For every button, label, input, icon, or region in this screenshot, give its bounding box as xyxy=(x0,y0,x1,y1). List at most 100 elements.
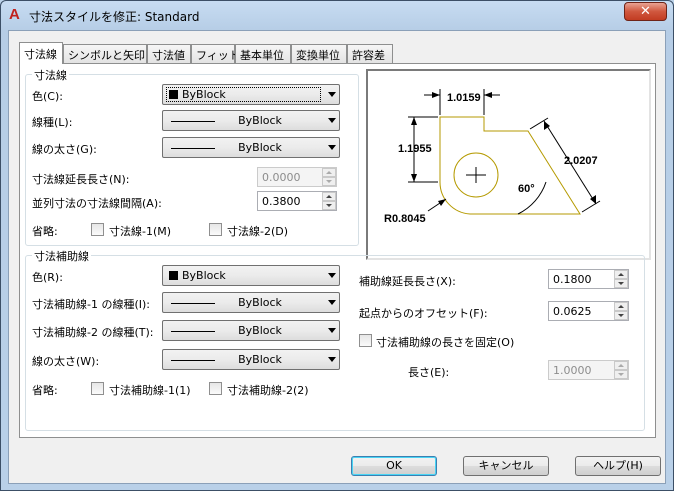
dim-linetype-label: 線種(L): xyxy=(32,116,73,129)
ext-extend-value: 0.1800 xyxy=(553,273,592,286)
title-bar[interactable]: A 寸法スタイルを修正: Standard ✕ xyxy=(1,1,673,29)
dim-suppress2-checkbox[interactable] xyxy=(209,223,222,236)
spin-down-icon[interactable] xyxy=(322,201,336,210)
spinner-buttons xyxy=(322,168,336,186)
preview-pane: 1.0159 1.1955 2.0207 60° R0.8045 xyxy=(366,69,651,260)
spin-up-icon[interactable] xyxy=(614,270,628,279)
tab-primary-units[interactable]: 基本単位 xyxy=(235,44,291,63)
spin-down-icon[interactable] xyxy=(322,177,336,186)
ext-linetype2-value: ByBlock xyxy=(238,324,282,337)
lineweight-sample xyxy=(171,360,215,361)
tab-tolerances[interactable]: 許容差 xyxy=(347,44,393,63)
dim-linetype-dropdown[interactable]: ByBlock xyxy=(162,110,340,131)
dim-color-dropdown[interactable]: ByBlock xyxy=(162,84,340,105)
close-button[interactable]: ✕ xyxy=(624,2,667,21)
lineweight-sample xyxy=(171,148,215,149)
ext-offset-spinner[interactable]: 0.0625 xyxy=(548,301,629,321)
linetype-sample xyxy=(171,303,215,304)
ext-lineweight-dropdown[interactable]: ByBlock xyxy=(162,349,340,370)
chevron-down-icon xyxy=(328,118,336,123)
ext-length-label: 長さ(E): xyxy=(408,366,450,379)
spin-up-icon[interactable] xyxy=(614,302,628,311)
ext-extend-spinner[interactable]: 0.1800 xyxy=(548,269,629,289)
chevron-down-icon xyxy=(328,92,336,97)
dimension-preview-image: 1.0159 1.1955 2.0207 60° R0.8045 xyxy=(384,89,601,225)
spin-up-icon[interactable] xyxy=(322,192,336,201)
spinner-buttons xyxy=(322,192,336,210)
ext-fixed-length-label: 寸法補助線の長さを固定(O) xyxy=(376,336,515,349)
ext-lineweight-label: 線の太さ(W): xyxy=(32,355,100,368)
chevron-down-icon xyxy=(328,357,336,362)
chevron-down-icon xyxy=(328,300,336,305)
dim-lineweight-value: ByBlock xyxy=(238,141,282,154)
ext-suppress1-label: 寸法補助線-1(1) xyxy=(109,384,191,397)
ext-offset-value: 0.0625 xyxy=(553,305,592,318)
spin-down-icon[interactable] xyxy=(614,279,628,288)
tab-fit[interactable]: フィット xyxy=(191,44,240,63)
ext-fixed-length-checkbox[interactable] xyxy=(359,334,372,347)
chevron-down-icon xyxy=(328,145,336,150)
ext-color-value: ByBlock xyxy=(182,269,226,282)
dim-top-text: 1.0159 xyxy=(447,92,481,104)
ext-linetype1-label: 寸法補助線-1 の線種(I): xyxy=(32,298,150,311)
dim-suppress1-checkbox[interactable] xyxy=(91,223,104,236)
help-button[interactable]: ヘルプ(H) xyxy=(575,456,661,476)
dim-suppress1-label: 寸法線-1(M) xyxy=(109,225,172,238)
autocad-app-icon: A xyxy=(9,6,20,23)
dim-right-text: 2.0207 xyxy=(564,155,598,167)
group-legend-dimension-lines: 寸法線 xyxy=(32,67,69,83)
group-legend-extension-lines: 寸法補助線 xyxy=(32,248,91,264)
spinner-buttons xyxy=(614,361,628,379)
dim-extend-label: 寸法線延長長さ(N): xyxy=(32,173,130,186)
spin-down-icon[interactable] xyxy=(614,311,628,320)
ext-lineweight-value: ByBlock xyxy=(238,353,282,366)
part-outline xyxy=(439,116,581,215)
linetype-sample xyxy=(171,331,215,332)
spin-up-icon[interactable] xyxy=(322,168,336,177)
tab-symbols-arrows[interactable]: シンボルと矢印 xyxy=(63,44,147,63)
dim-left-text: 1.1955 xyxy=(398,143,432,155)
ext-suppress1-checkbox[interactable] xyxy=(91,382,104,395)
ext-linetype2-dropdown[interactable]: ByBlock xyxy=(162,320,340,341)
focus-rectangle xyxy=(166,87,321,102)
dialog-window: A 寸法スタイルを修正: Standard ✕ 寸法線 シンボルと矢印 寸法値 … xyxy=(0,0,674,491)
cancel-button[interactable]: キャンセル xyxy=(463,456,549,476)
spin-up-icon[interactable] xyxy=(614,361,628,370)
ext-suppress-label: 省略: xyxy=(32,384,58,397)
tab-dimension-lines[interactable]: 寸法線 xyxy=(19,42,63,64)
spinner-buttons xyxy=(614,270,628,288)
dim-extend-spinner[interactable]: 0.0000 xyxy=(257,167,337,187)
chevron-down-icon xyxy=(328,273,336,278)
dim-suppress2-label: 寸法線-2(D) xyxy=(227,225,289,238)
dim-lineweight-dropdown[interactable]: ByBlock xyxy=(162,137,340,158)
dim-lineweight-label: 線の太さ(G): xyxy=(32,143,97,156)
spinner-buttons xyxy=(614,302,628,320)
linetype-sample xyxy=(171,121,215,122)
dim-extend-value: 0.0000 xyxy=(262,171,301,184)
ext-linetype2-label: 寸法補助線-2 の線種(T): xyxy=(32,326,154,339)
chevron-down-icon xyxy=(328,328,336,333)
tab-text[interactable]: 寸法値 xyxy=(147,44,191,63)
spin-down-icon[interactable] xyxy=(614,370,628,379)
dim-suppress-label: 省略: xyxy=(32,225,58,238)
dim-baseline-value: 0.3800 xyxy=(262,195,301,208)
ext-length-spinner[interactable]: 1.0000 xyxy=(548,360,629,380)
dim-color-label: 色(C): xyxy=(32,90,63,103)
color-swatch xyxy=(169,271,178,280)
dim-baseline-spinner[interactable]: 0.3800 xyxy=(257,191,337,211)
dim-baseline-label: 並列寸法の寸法線間隔(A): xyxy=(32,197,162,210)
tab-alternate-units[interactable]: 変換単位 xyxy=(291,44,347,63)
ext-linetype1-value: ByBlock xyxy=(238,296,282,309)
ext-suppress2-checkbox[interactable] xyxy=(209,382,222,395)
ext-extend-label: 補助線延長長さ(X): xyxy=(359,275,456,288)
dim-linetype-value: ByBlock xyxy=(238,114,282,127)
ext-color-label: 色(R): xyxy=(32,271,63,284)
preview-dimensions xyxy=(408,89,601,215)
tab-panel: 寸法線 色(C): ByBlock 線種(L): ByBlock 線の太さ(G)… xyxy=(19,63,656,438)
dim-radius-text: R0.8045 xyxy=(384,213,426,225)
preview-geometry xyxy=(439,116,581,215)
ext-linetype1-dropdown[interactable]: ByBlock xyxy=(162,292,340,313)
ok-button[interactable]: OK xyxy=(351,456,437,476)
arrowheads xyxy=(411,92,596,206)
ext-color-dropdown[interactable]: ByBlock xyxy=(162,265,340,286)
